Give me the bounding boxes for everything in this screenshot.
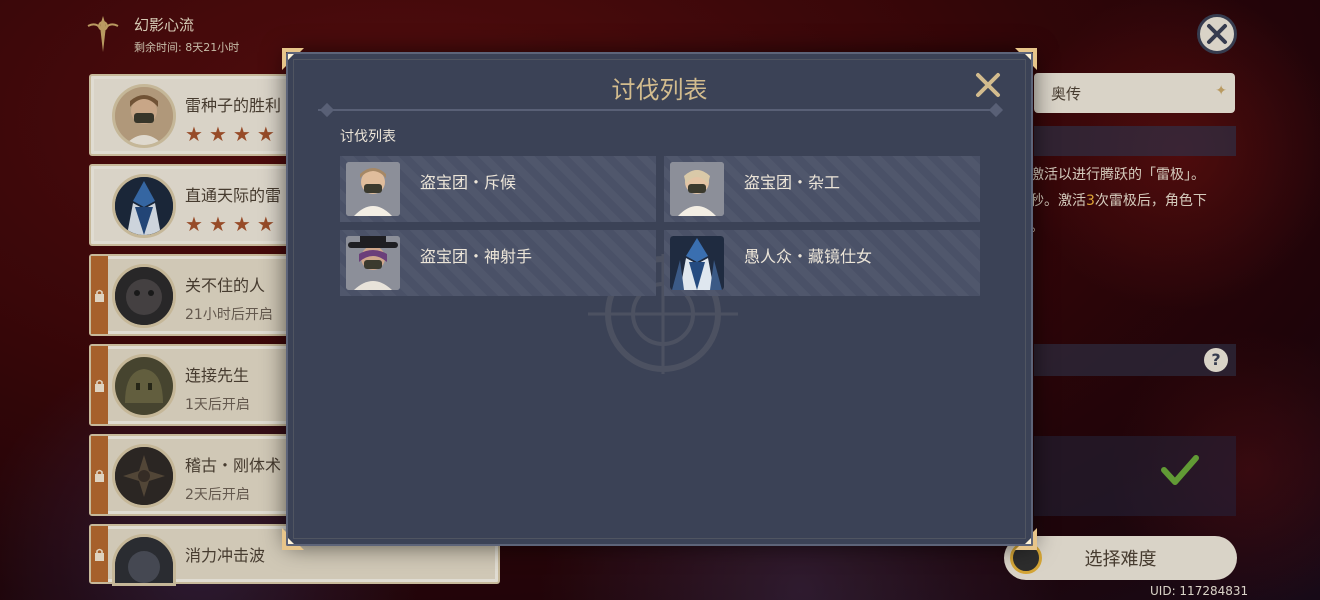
enemy-grid: 盗宝团・斥候 盗宝团・杂工 盗宝团・神射手 愚人众・藏镜仕女 [340, 156, 980, 296]
corner-ornament-icon [1015, 48, 1037, 70]
mirror-maiden-portrait [670, 236, 724, 290]
close-modal-icon[interactable] [974, 71, 1002, 99]
enemy-name: 盗宝团・杂工 [744, 173, 841, 192]
divider-knob [988, 102, 1004, 118]
corner-ornament-icon [1015, 528, 1037, 550]
enemy-name: 愚人众・藏镜仕女 [744, 247, 873, 266]
handyman-portrait [670, 162, 724, 216]
corner-ornament-icon [282, 48, 304, 70]
title-divider [318, 109, 1001, 111]
enemy-card[interactable]: 盗宝团・神射手 [340, 230, 656, 296]
modal-title: 讨伐列表 [611, 76, 708, 104]
marksman-portrait [346, 236, 400, 290]
enemy-card[interactable]: 盗宝团・斥候 [340, 156, 656, 222]
enemy-list-modal: 讨伐列表 讨伐列表 盗宝团・斥候 盗宝团・杂工 盗宝团・神射手 愚人众・藏镜仕女 [282, 48, 1037, 550]
scout-portrait [346, 162, 400, 216]
enemy-card[interactable]: 愚人众・藏镜仕女 [664, 230, 980, 296]
enemy-name: 盗宝团・神射手 [420, 247, 533, 266]
section-label: 讨伐列表 [340, 129, 396, 145]
corner-ornament-icon [282, 528, 304, 550]
enemy-card[interactable]: 盗宝团・杂工 [664, 156, 980, 222]
enemy-name: 盗宝团・斥候 [420, 173, 517, 192]
divider-knob [319, 102, 335, 118]
